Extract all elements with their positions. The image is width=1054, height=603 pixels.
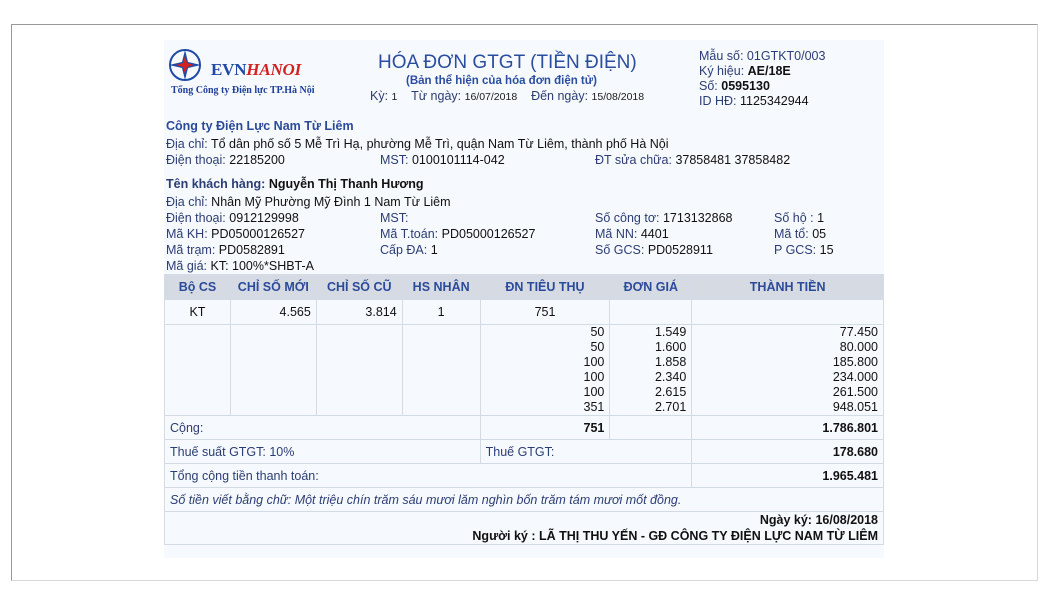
seller-address: Địa chỉ: Tổ dân phố số 5 Mễ Trì Hạ, phườ… [166, 137, 669, 151]
cong-label: Cộng: [164, 415, 481, 440]
table-row: KT 4.565 3.814 1 751 [164, 299, 884, 325]
dn-tieu-thu-cell: 751 [479, 299, 611, 325]
amount-in-words-row: Số tiền viết bằng chữ: Một triệu chín tr… [164, 487, 884, 512]
seller-repair-phone: ĐT sửa chữa: 37858481 37858482 [595, 153, 791, 167]
ma-kh: Mã KH: PD05000126527 [166, 227, 306, 241]
vat-label: Thuế GTGT: [479, 439, 693, 464]
total-label: Tổng cộng tiền thanh toán: [163, 463, 693, 488]
so-hoa-don: Số: 0595130 [699, 79, 770, 93]
logo-subtitle: Tổng Công ty Điện lực TP.Hà Nội [171, 85, 315, 96]
customer-phone: Điện thoại: 0912129998 [166, 211, 299, 225]
signer: Người ký : LÃ THỊ THU YẾN - GĐ CÔNG TY Đ… [472, 529, 878, 543]
table-header-row: Bộ CS CHỈ SỐ MỚI CHỈ SỐ CŨ HS NHÂN ĐN TI… [164, 274, 884, 300]
subtotal-row: Cộng: 751 1.786.801 [164, 415, 884, 440]
tier-price: 1.600 [654, 340, 687, 354]
tier-kwh: 100 [583, 355, 605, 369]
tier-amount: 948.051 [832, 400, 878, 414]
tier-amount-list: 77.450 80.000 185.800 234.000 261.500 94… [691, 324, 884, 416]
evn-star-icon [169, 49, 201, 81]
seller-name: Công ty Điện Lực Nam Từ Liêm [166, 119, 354, 133]
col-header: THÀNH TIỀN [691, 274, 884, 300]
cong-kwh: 751 [479, 415, 611, 440]
evn-brand: EVNHANOI [211, 60, 302, 79]
tier-kwh-list: 50 50 100 100 100 351 [479, 324, 611, 416]
col-header: ĐN TIÊU THỤ [479, 274, 611, 300]
ma-ttoan: Mã T.toán: PD05000126527 [380, 227, 536, 241]
mau-so: Mẫu số: 01GTKT0/003 [699, 49, 826, 63]
tier-price: 2.615 [654, 385, 687, 399]
total-row: Tổng cộng tiền thanh toán: 1.965.481 [163, 463, 884, 488]
amount-in-words: Số tiền viết bằng chữ: Một triệu chín tr… [164, 487, 884, 512]
chi-so-cu-cell: 3.814 [315, 299, 403, 325]
col-header: CHỈ SỐ MỚI [229, 274, 317, 300]
id-hoa-don: ID HĐ: 1125342944 [699, 94, 809, 108]
seller-mst: MST: 0100101114-042 [380, 153, 505, 167]
billing-period: Kỳ: 1 Từ ngày: 16/07/2018 Đến ngày: 15/0… [370, 89, 645, 103]
tier-amount: 234.000 [832, 370, 878, 384]
tier-kwh: 100 [583, 385, 605, 399]
so-gcs: Số GCS: PD0528911 [595, 243, 713, 257]
invoice-subtitle: (Bản thể hiện của hóa đơn điện tử) [406, 75, 597, 87]
tier-kwh: 351 [583, 400, 605, 414]
chi-so-moi-cell: 4.565 [229, 299, 317, 325]
tier-price: 2.701 [654, 400, 687, 414]
col-header: HS NHÂN [401, 274, 481, 300]
tier-price: 1.858 [654, 355, 687, 369]
ky-hieu: Ký hiệu: AE/18E [699, 64, 791, 78]
tier-amount: 185.800 [832, 355, 878, 369]
evn-logo: EVNHANOI Tổng Công ty Điện lực TP.Hà Nội [167, 48, 357, 100]
cap-da: Cấp ĐA: 1 [380, 243, 438, 257]
hs-nhan-cell: 1 [401, 299, 481, 325]
tier-amount: 261.500 [832, 385, 878, 399]
sign-date: Ngày ký: 16/08/2018 [759, 513, 878, 527]
tier-price-list: 1.549 1.600 1.858 2.340 2.615 2.701 [609, 324, 693, 416]
tier-kwh: 50 [590, 340, 605, 354]
seller-phone: Điện thoại: 22185200 [166, 153, 285, 167]
ma-nn: Mã NN: 4401 [595, 227, 669, 241]
tier-breakdown-row: 50 50 100 100 100 351 1.549 1.600 1.858 … [164, 324, 884, 416]
ma-tram: Mã trạm: PD0582891 [166, 243, 285, 257]
col-header: CHỈ SỐ CŨ [315, 274, 403, 300]
tier-price: 1.549 [654, 325, 687, 339]
ma-gia: Mã giá: KT: 100%*SHBT-A [166, 259, 314, 273]
tier-kwh: 100 [583, 370, 605, 384]
consumption-table: Bộ CS CHỈ SỐ MỚI CHỈ SỐ CŨ HS NHÂN ĐN TI… [163, 274, 884, 545]
meter-number: Số công tơ: 1713132868 [595, 211, 733, 225]
total-amount: 1.965.481 [691, 463, 884, 488]
vat-rate: Thuế suất GTGT: 10% [164, 439, 481, 464]
col-header: ĐƠN GIÁ [609, 274, 693, 300]
signature-row: Ngày ký: 16/08/2018 Người ký : LÃ THỊ TH… [164, 511, 884, 545]
col-header: Bộ CS [164, 274, 231, 300]
tier-amount: 80.000 [839, 340, 878, 354]
tier-price: 2.340 [654, 370, 687, 384]
signature-block: Ngày ký: 16/08/2018 Người ký : LÃ THỊ TH… [164, 511, 884, 545]
customer-address: Địa chỉ: Nhân Mỹ Phường Mỹ Đình 1 Nam Từ… [166, 195, 451, 209]
so-ho: Số hộ : 1 [774, 211, 825, 225]
customer-name: Tên khách hàng: Nguyễn Thị Thanh Hương [166, 177, 424, 191]
tier-amount: 77.450 [839, 325, 878, 339]
vat-amount: 178.680 [691, 439, 884, 464]
p-gcs: P GCS: 15 [774, 243, 834, 257]
cong-amount: 1.786.801 [691, 415, 884, 440]
vat-row: Thuế suất GTGT: 10% Thuế GTGT: 178.680 [164, 439, 884, 464]
ma-to: Mã tổ: 05 [774, 227, 827, 241]
tier-kwh: 50 [590, 325, 605, 339]
customer-mst: MST: [380, 211, 409, 225]
invoice-title: HÓA ĐƠN GTGT (TIỀN ĐIỆN) [378, 52, 637, 73]
bo-cs-cell: KT [164, 299, 231, 325]
